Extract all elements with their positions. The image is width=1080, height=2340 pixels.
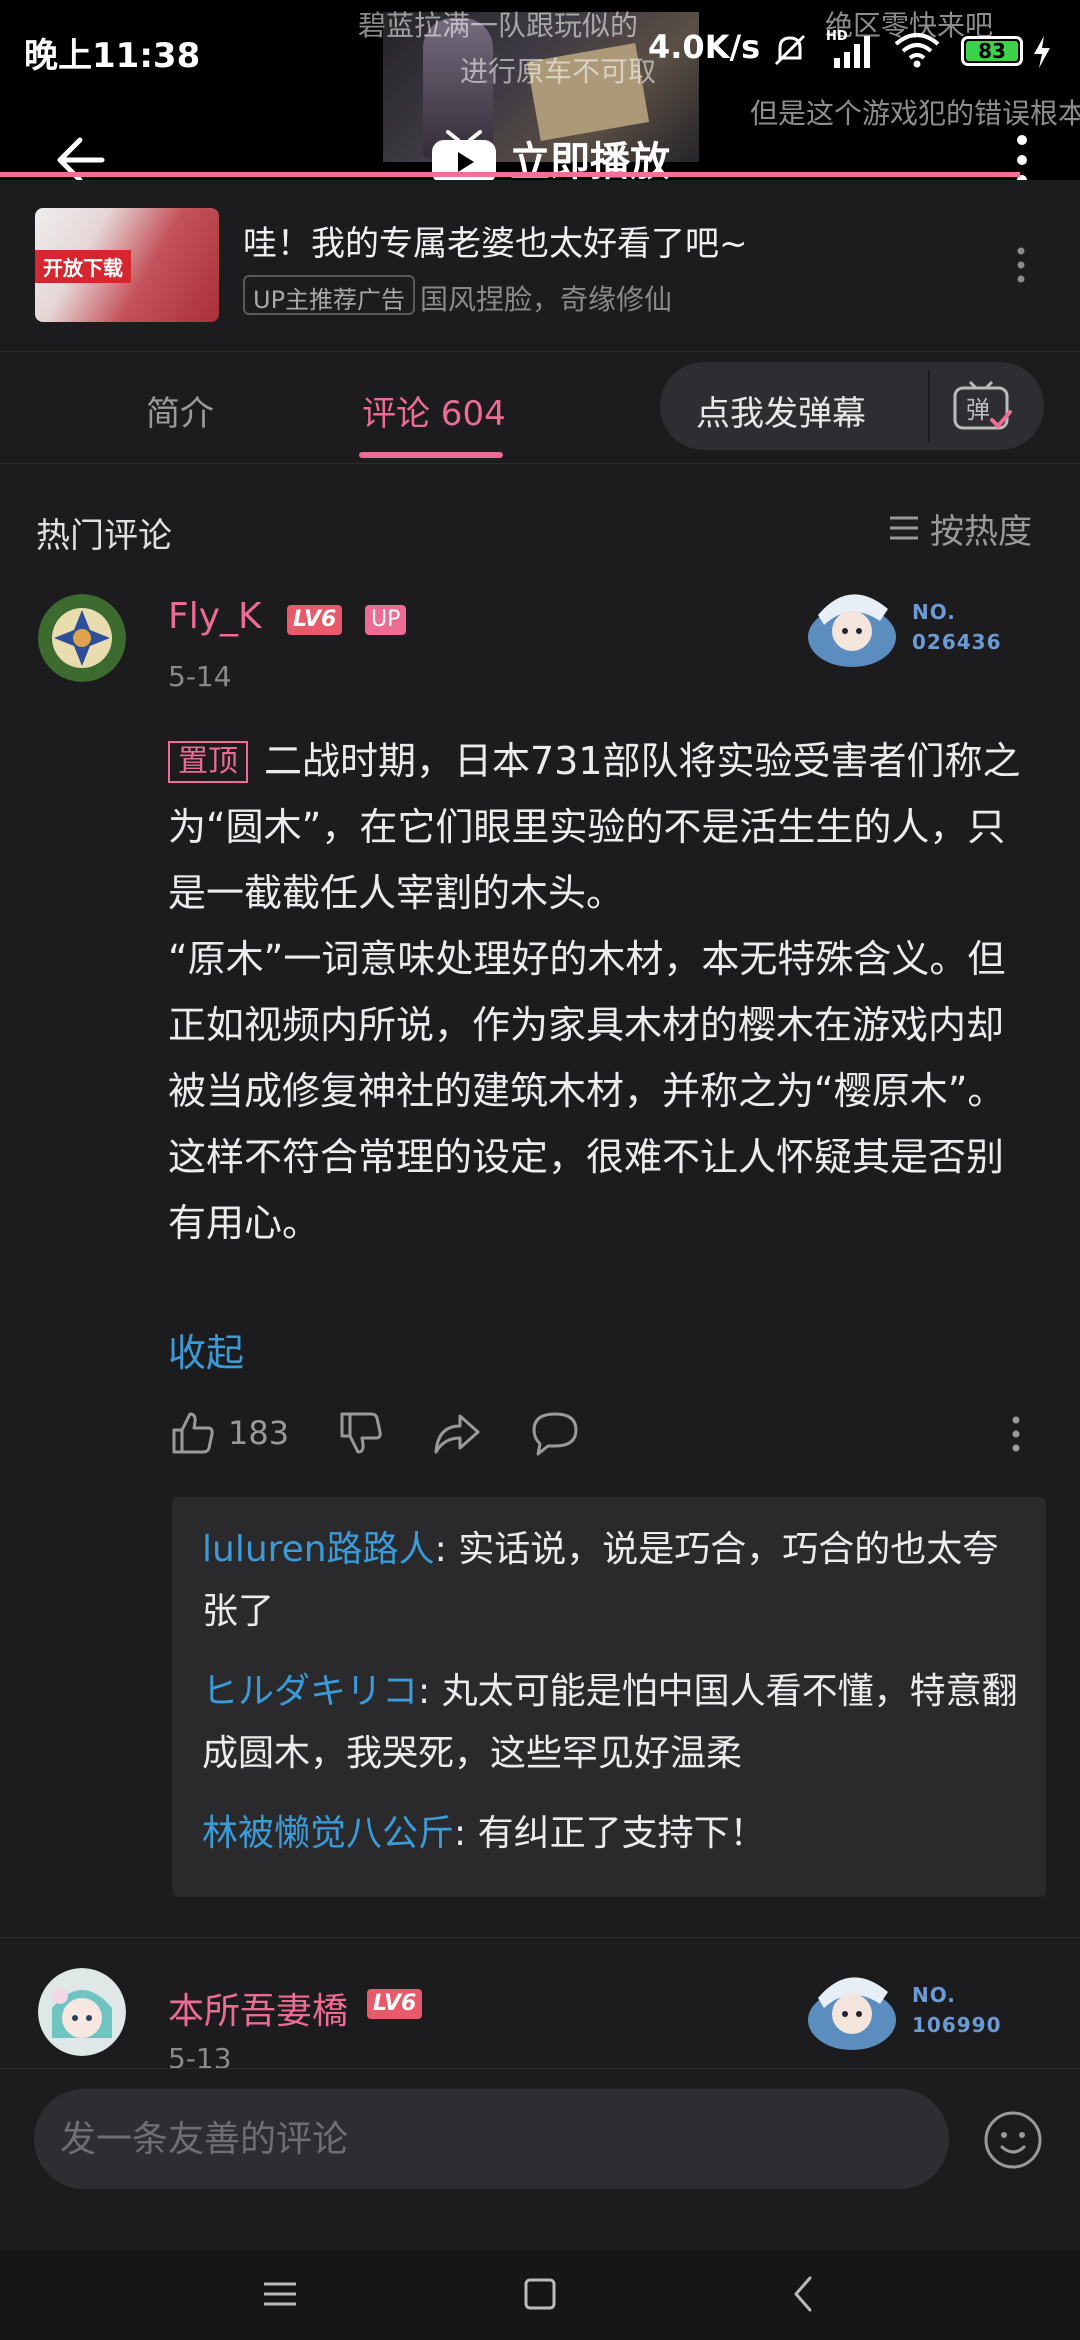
ad-more-icon[interactable] [1015, 245, 1027, 285]
reply-text: : 有纠正了支持下！ [454, 1813, 766, 1854]
battery-icon: 83 [961, 36, 1023, 66]
tab-intro[interactable]: 简介 [146, 386, 214, 435]
reply-item: luluren路路人: 实话说，说是巧合，巧合的也太夸张了 [202, 1519, 1022, 1643]
mute-icon [774, 34, 806, 66]
tab-active-indicator [359, 452, 503, 458]
send-danmaku-button[interactable]: 点我发弹幕 弹 [660, 362, 1044, 450]
emoji-icon[interactable] [982, 2109, 1044, 2171]
comment-username[interactable]: Fly_K [168, 596, 262, 637]
collapse-link[interactable]: 收起 [168, 1322, 244, 1377]
reply-username[interactable]: luluren路路人 [202, 1529, 435, 1570]
sort-button[interactable]: 按热度 [888, 506, 1032, 552]
fan-no-label: NO. [912, 1983, 956, 2007]
fan-badge: NO. 026436 [800, 575, 1020, 675]
fan-badge-character-icon [808, 1977, 896, 2050]
ad-subtitle: 国风捏脸，奇缘修仙 [420, 283, 673, 316]
comment-more-icon[interactable] [1010, 1414, 1022, 1454]
status-time: 晚上11:38 [24, 36, 201, 76]
fan-no-label: NO. [912, 600, 956, 624]
ad-image: 开放下载 [35, 208, 219, 322]
status-bar: 晚上11:38 4.0K/s HD 83 [0, 0, 1080, 100]
ad-title: 哇！我的专属老婆也太好看了吧~ [243, 224, 748, 264]
charging-icon [1034, 36, 1050, 68]
comment-paragraph: 置顶 二战时期，日本731部队将实验受害者们称之为“圆木”，在它们眼里实验的不是活… [168, 728, 1038, 926]
comment-input-bar [0, 2068, 1080, 2250]
reply-username[interactable]: 林被懒觉八公斤 [202, 1813, 454, 1854]
video-progress-bar[interactable] [0, 172, 1020, 177]
comment-paragraph: “原木”一词意味处理好的木材，本无特殊含义。但正如视频内所说，作为家具木材的樱木… [168, 937, 1006, 1113]
sort-lines-icon [890, 516, 918, 540]
ad-badge: UP主推荐广告 [243, 275, 416, 315]
comment-paragraph: 这样不符合常理的设定，很难不让人怀疑其是否别有用心。 [168, 1135, 1005, 1245]
avatar[interactable] [38, 1968, 126, 2056]
reply-username[interactable]: ヒルダキリコ [202, 1671, 418, 1712]
level-badge: LV6 [287, 605, 343, 635]
tab-bar: 简介 评论 604 点我发弹幕 弹 [0, 352, 1080, 464]
ad-image-tag: 开放下载 [35, 250, 131, 283]
fan-no-number: 106990 [912, 2013, 1002, 2037]
signal-icon: HD [826, 29, 870, 68]
comment-date: 5-14 [168, 660, 232, 693]
reply-item: 林被懒觉八公斤: 有纠正了支持下！ [202, 1803, 1022, 1865]
battery-level: 83 [966, 41, 1018, 61]
dislike-icon[interactable] [336, 1408, 386, 1458]
comment-username[interactable]: 本所吾妻橋 [168, 1982, 348, 2034]
wifi-icon [894, 33, 940, 68]
reply-preview-box[interactable]: luluren路路人: 实话说，说是巧合，巧合的也太夸张了 ヒルダキリコ: 丸太… [172, 1497, 1046, 1897]
system-nav-bar [0, 2250, 1080, 2340]
hot-comments-title: 热门评论 [36, 516, 172, 556]
sort-label: 按热度 [930, 511, 1032, 552]
nav-back-icon[interactable] [782, 2272, 826, 2316]
up-badge: UP [365, 605, 407, 635]
like-icon[interactable] [168, 1408, 218, 1458]
video-player[interactable]: 碧蓝拉满一队跟玩似的 绝区零快来吧 但是这个游戏犯的错误根本 进行原车不可取 晚… [0, 0, 1080, 180]
comment-paragraph-text: 二战时期，日本731部队将实验受害者们称之为“圆木”，在它们眼里实验的不是活生生… [168, 739, 1021, 915]
fan-badge-character-icon [808, 594, 896, 667]
comment-divider [0, 1937, 1080, 1938]
comment-input[interactable] [34, 2089, 949, 2189]
reply-icon[interactable] [530, 1408, 580, 1458]
home-icon[interactable] [518, 2272, 562, 2316]
comment-text: 置顶 二战时期，日本731部队将实验受害者们称之为“圆木”，在它们眼里实验的不是活… [168, 728, 1038, 1256]
level-badge: LV6 [367, 1989, 423, 2019]
send-danmaku-label: 点我发弹幕 [696, 394, 866, 434]
share-icon[interactable] [432, 1408, 482, 1458]
danmaku-toggle-icon[interactable]: 弹 [952, 380, 1014, 432]
menu-icon[interactable] [258, 2272, 302, 2316]
reply-item: ヒルダキリコ: 丸太可能是怕中国人看不懂，特意翻成圆木，我哭死，这些罕见好温柔 [202, 1661, 1022, 1785]
danmaku-divider [928, 370, 930, 442]
comment-actions: 183 [168, 1408, 1048, 1464]
fan-badge: NO. 106990 [800, 1958, 1020, 2058]
avatar[interactable] [38, 594, 126, 682]
ad-card[interactable]: 开放下载 哇！我的专属老婆也太好看了吧~ UP主推荐广告 国风捏脸，奇缘修仙 [0, 180, 1080, 352]
danmaku-icon-char: 弹 [966, 396, 990, 424]
tab-comments[interactable]: 评论 604 [362, 386, 506, 435]
fan-no-number: 026436 [912, 630, 1002, 654]
like-count: 183 [228, 1414, 290, 1452]
pinned-tag: 置顶 [168, 741, 248, 783]
network-speed: 4.0K/s [648, 28, 761, 66]
svg-text:HD: HD [826, 29, 848, 44]
